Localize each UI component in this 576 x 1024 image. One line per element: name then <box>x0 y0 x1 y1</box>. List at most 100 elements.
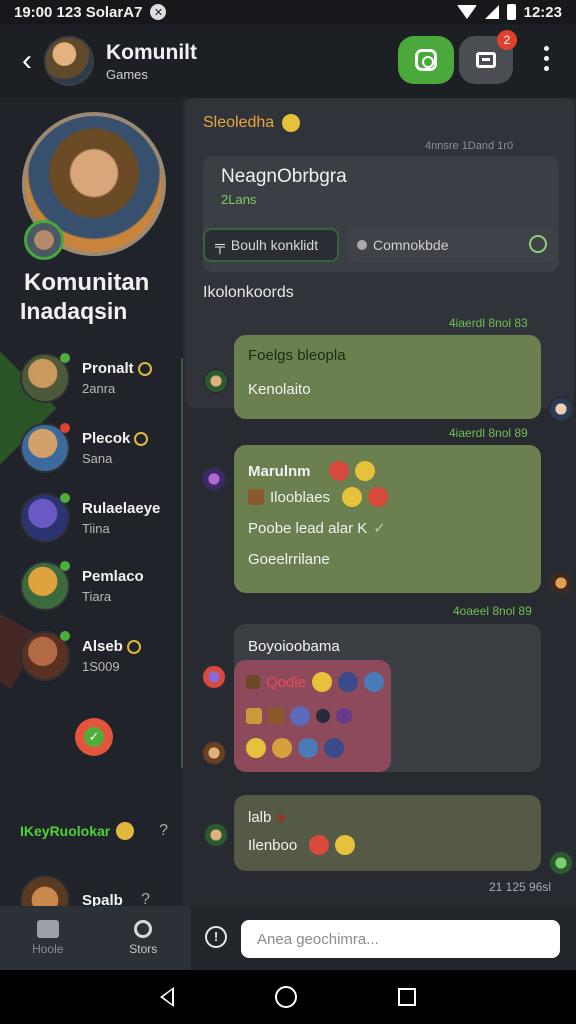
nav-back-icon[interactable] <box>160 987 175 1007</box>
member-item[interactable]: Rulaelaeye Tiina <box>20 492 180 544</box>
last-meta: 21 125 96sl <box>489 880 552 894</box>
info-title: NeagnObrbgra <box>221 166 347 187</box>
invite-row[interactable]: IKeyRuolokar ? <box>20 822 180 840</box>
sender-avatar[interactable] <box>201 466 227 492</box>
status-time-left: 19:00 123 SolarA7 <box>14 3 143 21</box>
emoji-icon <box>268 708 284 724</box>
emoji-icon <box>277 813 286 822</box>
emoji-icon <box>312 672 333 692</box>
reader-avatar <box>548 850 574 876</box>
member-item[interactable]: Spalb ? <box>20 874 180 906</box>
chip-primary-label: Boulh konklidt <box>230 237 319 253</box>
message-line: Ilooblaes <box>248 487 389 507</box>
battery-icon <box>506 4 516 20</box>
emoji-icon <box>368 487 389 507</box>
sender-avatar[interactable] <box>201 740 227 766</box>
member-item[interactable]: Plecok Sana <box>20 422 180 474</box>
member-avatar <box>20 875 70 906</box>
emoji-icon <box>338 672 359 692</box>
emoji-icon <box>335 835 356 855</box>
tab-home[interactable]: Hoole <box>0 906 96 970</box>
member-item[interactable]: Pronalt 2anra <box>20 352 180 404</box>
member-sub: 2anra <box>82 381 116 396</box>
bottom-nav: Hoole Stors <box>0 906 191 970</box>
tab-stores-label: Stors <box>129 942 158 956</box>
member-item[interactable]: Alseb 1S009 <box>20 630 180 682</box>
members-sidebar: Komunitan Inadaqsin Pronalt 2anra Plecok… <box>0 98 183 906</box>
tab-stores[interactable]: Stors <box>96 906 192 970</box>
emoji-icon <box>364 672 385 692</box>
header-title: Komunilt <box>106 40 197 64</box>
section-title: Ikolonkoords <box>203 284 294 301</box>
sender-avatar[interactable] <box>203 822 229 848</box>
check-icon: ✓ <box>84 727 104 747</box>
read-check-icon: ✓ <box>373 520 386 537</box>
pinned-label: Sleoledha <box>203 114 275 131</box>
message-composer: ! <box>191 906 576 970</box>
emoji-icon <box>246 738 266 758</box>
home-icon <box>36 920 59 938</box>
signal-icon <box>484 5 499 19</box>
message-text: Ilenboo <box>248 836 298 854</box>
message-meta: 4oaeel 8nol 89 <box>453 604 532 618</box>
help-icon[interactable]: ? <box>141 891 150 906</box>
message-bubble[interactable]: Foelgs bleopla Kenolaito <box>234 335 541 419</box>
emoji-icon <box>336 708 352 724</box>
reaction-badge[interactable]: ✓ <box>75 718 113 756</box>
message-line: Poobe lead alar K ✓ <box>248 519 386 538</box>
sender-avatar[interactable] <box>201 664 227 690</box>
message-meta: 4iaerdl 8nol 83 <box>449 316 528 330</box>
emoji-icon <box>354 461 375 481</box>
emoji-bubble[interactable]: Qodie <box>234 660 391 772</box>
nav-recents-icon[interactable] <box>397 988 416 1006</box>
emoji-icon <box>328 461 349 481</box>
check-circle-icon <box>529 235 547 253</box>
sender-avatar[interactable] <box>203 368 229 394</box>
reader-avatar <box>548 396 574 422</box>
member-name: Spalb <box>82 891 123 907</box>
emoji-row <box>246 738 344 758</box>
status-dot <box>60 631 70 641</box>
reader-avatar <box>548 570 574 596</box>
emoji-icon <box>116 822 135 840</box>
message-line: Kenolaito <box>248 381 311 398</box>
member-sub: Tiara <box>82 589 112 604</box>
emoji-icon <box>324 738 344 758</box>
message-line: lalb <box>248 809 286 826</box>
nav-home-icon[interactable] <box>274 986 297 1008</box>
member-avatar <box>20 631 70 681</box>
member-avatar <box>20 493 70 543</box>
message-bubble[interactable]: Marulnm Ilooblaes Poobe lead alar K ✓ Go… <box>234 445 541 593</box>
info-subtitle: 2Lans <box>221 192 257 207</box>
member-item[interactable]: Pemlaco Tiara <box>20 560 180 612</box>
member-name: Rulaelaeye <box>82 500 161 517</box>
member-avatar <box>20 561 70 611</box>
message-input[interactable] <box>241 920 560 958</box>
member-name: Pemlaco <box>82 568 144 585</box>
info-icon[interactable]: ! <box>205 926 227 948</box>
camera-icon <box>415 49 437 71</box>
chip-secondary[interactable]: Comnokbde <box>347 228 557 262</box>
emoji-icon <box>342 487 363 507</box>
camera-button[interactable] <box>398 36 454 84</box>
notification-badge: 2 <box>497 30 517 50</box>
status-dot <box>60 561 70 571</box>
member-avatar <box>20 423 70 473</box>
group-title: Komunitan <box>24 269 150 296</box>
header-subtitle: Games <box>106 66 148 82</box>
emoji-icon <box>246 675 260 689</box>
badge-icon <box>137 361 152 376</box>
more-options-icon[interactable] <box>538 46 554 71</box>
status-dot <box>60 353 70 363</box>
header-avatar[interactable] <box>44 36 94 86</box>
message-bubble[interactable]: lalb Ilenboo <box>234 795 541 871</box>
search-icon <box>134 920 153 938</box>
back-arrow-icon[interactable]: ‹ <box>12 44 42 78</box>
help-icon[interactable]: ? <box>159 822 168 840</box>
chip-primary[interactable]: ╤ Boulh konklidt <box>203 228 339 262</box>
badge-icon <box>126 639 141 654</box>
folder-button[interactable]: 2 <box>459 30 517 84</box>
pinned-header[interactable]: Sleoledha <box>203 114 301 132</box>
member-avatar <box>20 353 70 403</box>
emoji-icon <box>246 708 262 724</box>
